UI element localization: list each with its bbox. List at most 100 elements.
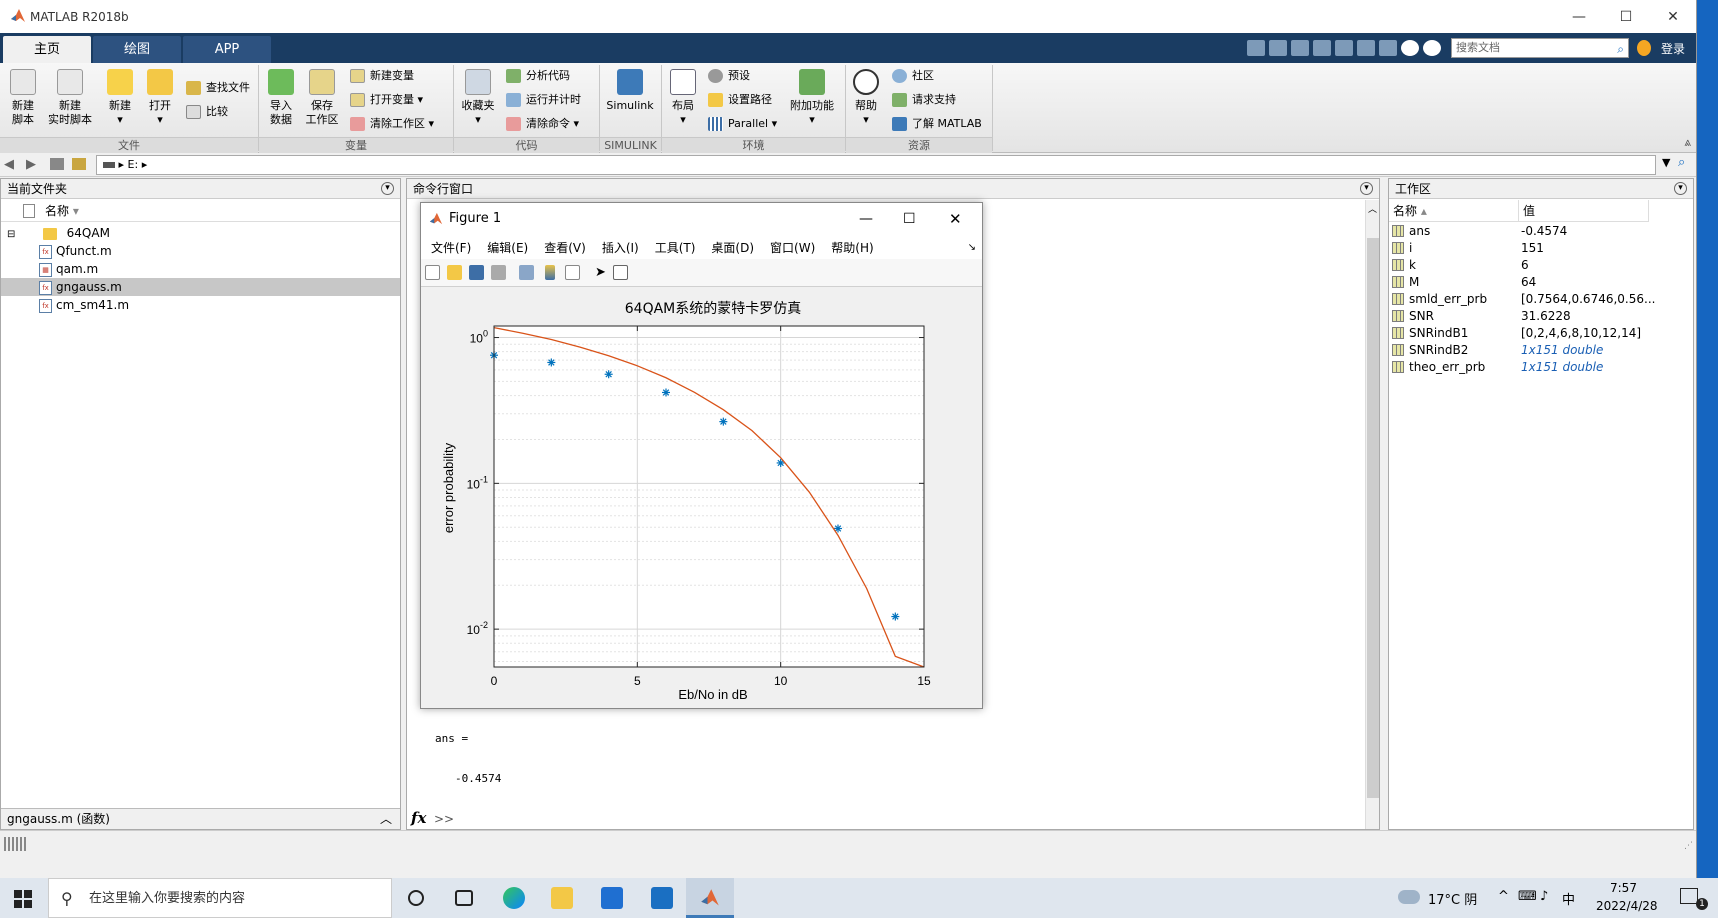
taskbar-search-input[interactable]: ⚲ 在这里输入你要搜索的内容 (48, 878, 392, 918)
workspace-variable-row[interactable]: k6 (1389, 257, 1693, 274)
maximize-button[interactable]: ☐ (1603, 5, 1649, 29)
new-variable-button[interactable]: 新建变量 (350, 66, 414, 86)
open-button[interactable]: 打开 ▾ (144, 65, 176, 127)
search-folder-icon[interactable]: ⌕ (1678, 155, 1685, 170)
tab-plots[interactable]: 绘图 (93, 36, 181, 63)
figure-maximize-button[interactable]: ☐ (903, 203, 916, 235)
parallel-button[interactable]: Parallel ▾ (708, 114, 777, 134)
current-path-field[interactable]: ▸ E: ▸ (96, 155, 1656, 175)
request-support-button[interactable]: 请求支持 (892, 90, 956, 110)
save-icon[interactable] (1246, 40, 1265, 56)
clock-date[interactable]: 2022/4/28 (1596, 899, 1658, 913)
add-ons-button[interactable]: 附加功能 ▾ (786, 65, 838, 127)
command-prompt[interactable]: >> (434, 812, 454, 826)
clear-workspace-button[interactable]: 清除工作区 ▾ (350, 114, 434, 134)
matlab-taskbar-button[interactable] (686, 878, 734, 918)
up-folder-icon[interactable] (50, 158, 64, 170)
network-icon[interactable]: ⌨ (1518, 889, 1537, 904)
clock-time[interactable]: 7:57 (1610, 881, 1637, 895)
figure-close-button[interactable]: ✕ (949, 203, 962, 235)
run-and-time-button[interactable]: 运行并计时 (506, 90, 581, 110)
workspace-variable-row[interactable]: theo_err_prb 1x151 double (1389, 359, 1693, 376)
menu-window[interactable]: 窗口(W) (770, 239, 815, 256)
compare-button[interactable]: 比较 (186, 102, 228, 122)
tab-home[interactable]: 主页 (3, 36, 91, 63)
search-documentation-input[interactable]: 搜索文档 ⌕ (1450, 38, 1629, 58)
help-icon[interactable] (1400, 40, 1419, 56)
minimize-button[interactable]: — (1556, 5, 1602, 29)
help-button[interactable]: 帮助 ▾ (850, 65, 882, 127)
store-taskbar-button[interactable] (588, 878, 636, 918)
copy-icon[interactable] (1290, 40, 1309, 56)
path-segment[interactable]: E: (128, 158, 139, 171)
learn-matlab-button[interactable]: 了解 MATLAB (892, 114, 982, 134)
login-link[interactable]: 登录 (1661, 40, 1685, 57)
workspace-variable-row[interactable]: ans -0.4574 (1389, 223, 1693, 240)
tab-apps[interactable]: APP (183, 36, 271, 63)
customize-icon[interactable] (1422, 40, 1441, 56)
file-explorer-taskbar-button[interactable] (538, 878, 586, 918)
function-browser-icon[interactable]: fx (411, 809, 426, 827)
undo-icon[interactable] (1334, 40, 1353, 56)
figure-minimize-button[interactable]: — (859, 203, 873, 235)
workspace-variable-row[interactable]: M 64 (1389, 274, 1693, 291)
menu-insert[interactable]: 插入(I) (602, 239, 639, 256)
menu-file[interactable]: 文件(F) (431, 239, 471, 256)
print-figure-icon[interactable] (491, 265, 506, 280)
preferences-button[interactable]: 预设 (708, 66, 750, 86)
file-row[interactable]: fx cm_sm41.m (1, 296, 400, 314)
menu-edit[interactable]: 编辑(E) (487, 239, 528, 256)
favorites-button[interactable]: 收藏夹 ▾ (458, 65, 498, 127)
weather-cloud-icon[interactable] (1398, 890, 1420, 904)
notification-bell-icon[interactable] (1636, 40, 1651, 56)
menu-view[interactable]: 查看(V) (544, 239, 586, 256)
weather-text[interactable]: 17°C 阴 (1428, 889, 1477, 908)
cortana-button[interactable] (392, 878, 440, 918)
cut-icon[interactable] (1268, 40, 1287, 56)
chevron-up-icon[interactable]: ︿ (380, 809, 392, 830)
open-file-icon[interactable] (447, 265, 462, 280)
community-button[interactable]: 社区 (892, 66, 934, 86)
panel-menu-icon[interactable]: ▾ (381, 182, 394, 195)
command-scrollbar[interactable]: ︿ (1365, 200, 1379, 829)
close-button[interactable]: ✕ (1650, 5, 1696, 29)
simulink-button[interactable]: Simulink (604, 65, 656, 113)
ws-name-column-header[interactable]: 名称 ▴ (1389, 200, 1519, 222)
task-view-button[interactable] (440, 878, 488, 918)
show-hidden-icons-icon[interactable]: ^ (1498, 889, 1509, 904)
new-live-script-button[interactable]: 新建 实时脚本 (46, 65, 94, 127)
volume-icon[interactable]: ♪ (1540, 889, 1548, 904)
collapse-toolstrip-icon[interactable]: ⩓ (1684, 135, 1691, 150)
forward-icon[interactable]: ▶ (26, 157, 36, 172)
menu-tools[interactable]: 工具(T) (655, 239, 696, 256)
save-figure-icon[interactable] (469, 265, 484, 280)
file-row[interactable]: ▦ qam.m (1, 260, 400, 278)
set-path-button[interactable]: 设置路径 (708, 90, 772, 110)
insert-legend-icon[interactable] (565, 265, 580, 280)
file-details-bar[interactable]: gngauss.m (函数) ︿ (1, 808, 400, 829)
file-row[interactable]: fx Qfunct.m (1, 242, 400, 260)
scrollbar-thumb[interactable] (1367, 238, 1379, 798)
dock-figure-icon[interactable]: ↘ (968, 242, 976, 253)
menu-desktop[interactable]: 桌面(D) (711, 239, 754, 256)
insert-colorbar-icon[interactable] (545, 265, 555, 280)
workspace-variable-row[interactable]: SNR 31.6228 (1389, 308, 1693, 325)
link-plot-icon[interactable] (519, 265, 534, 280)
import-data-button[interactable]: 导入 数据 (264, 65, 298, 127)
workspace-variable-row[interactable]: smld_err_prb [0.7564,0.6746,0.56... (1389, 291, 1693, 308)
back-icon[interactable]: ◀ (4, 157, 14, 172)
find-files-button[interactable]: 查找文件 (186, 78, 250, 98)
clear-commands-button[interactable]: 清除命令 ▾ (506, 114, 579, 134)
scroll-up-icon[interactable]: ︿ (1368, 202, 1377, 215)
edge-taskbar-button[interactable] (490, 878, 538, 918)
layout-button[interactable]: 布局 ▾ (666, 65, 700, 127)
redo-icon[interactable] (1356, 40, 1375, 56)
edit-plot-cursor-icon[interactable]: ➤ (595, 265, 610, 280)
browse-folder-icon[interactable] (72, 158, 86, 170)
property-inspector-icon[interactable] (613, 265, 628, 280)
search-icon[interactable]: ⌕ (1617, 40, 1624, 58)
new-figure-icon[interactable] (425, 265, 440, 280)
new-script-button[interactable]: 新建 脚本 (6, 65, 40, 127)
ws-value-column-header[interactable]: 值 (1519, 200, 1649, 222)
file-row-selected[interactable]: fx gngauss.m (1, 278, 400, 296)
